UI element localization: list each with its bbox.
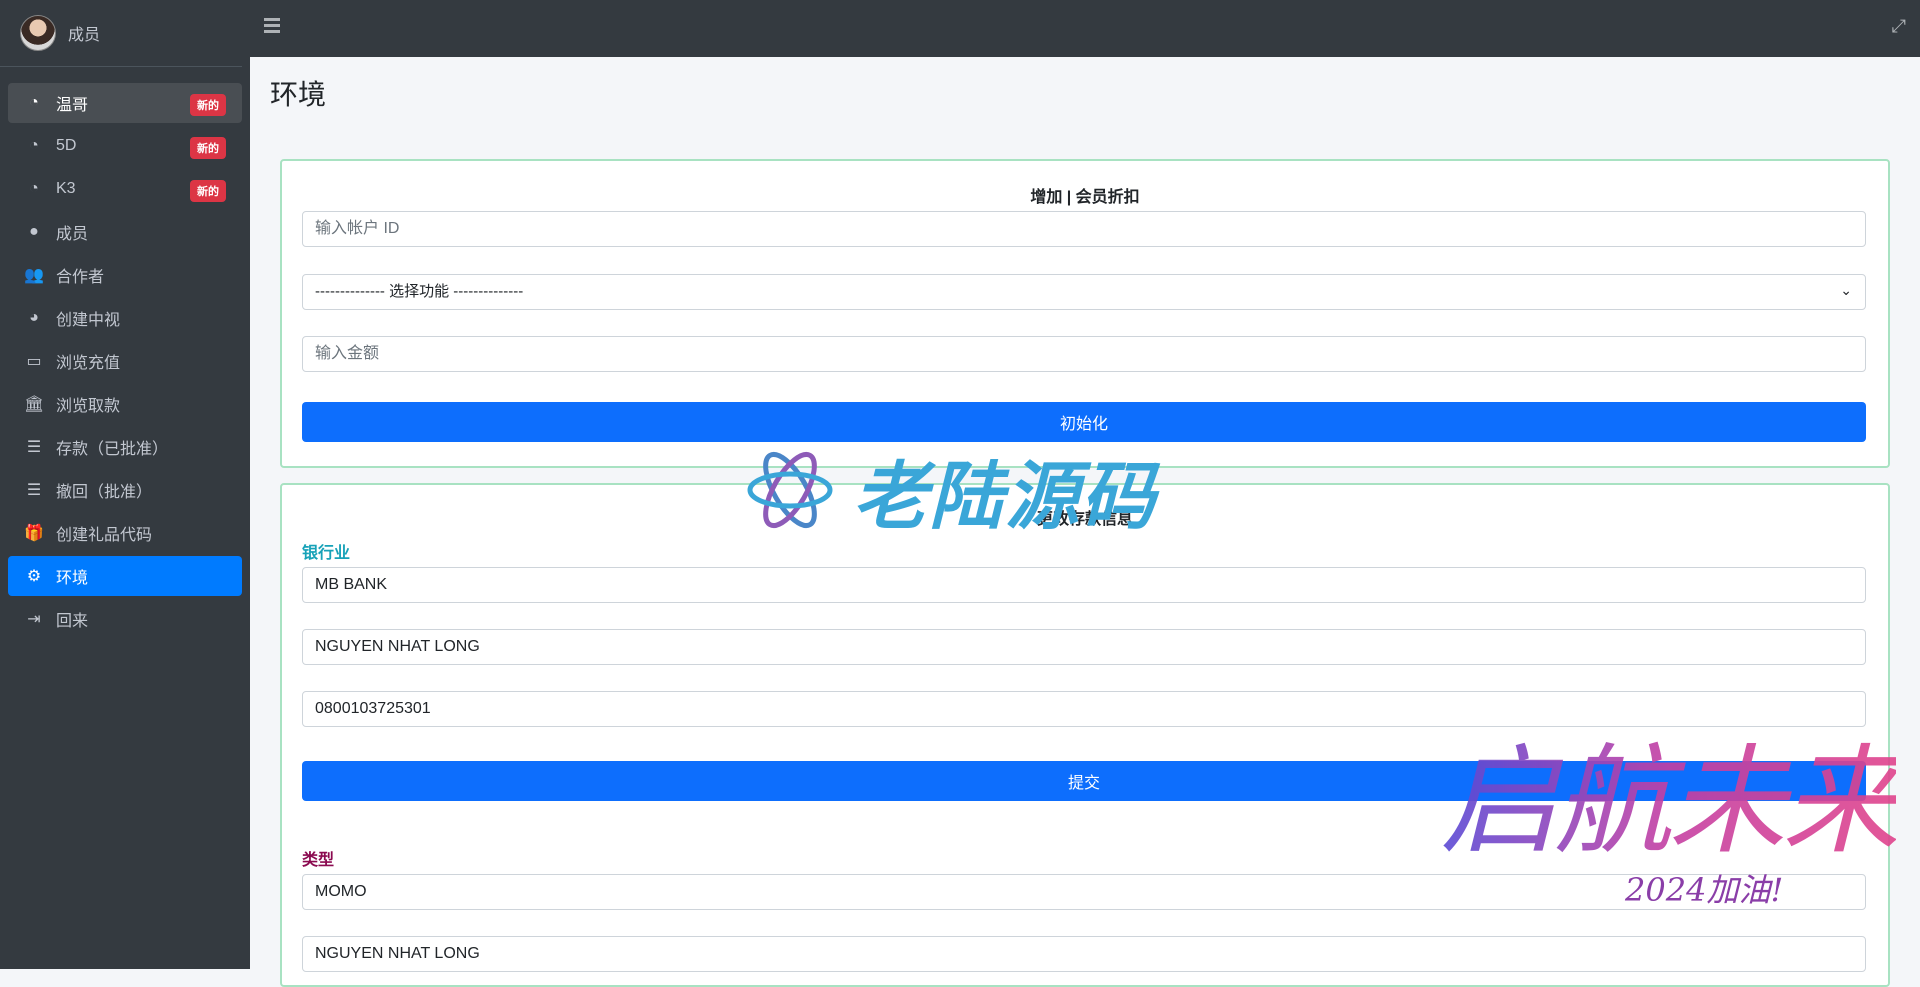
list-icon: ☰	[26, 482, 42, 499]
users-icon: 👥	[24, 267, 44, 284]
sidebar-item-label: 存款（已批准）	[56, 441, 169, 458]
type-section-label: 类型	[302, 852, 335, 869]
slogan-watermark: 启航未来 2024加油!	[1430, 705, 1910, 935]
user-panel[interactable]: 成员	[0, 0, 242, 67]
chevron-down-icon: ⌄	[1840, 282, 1852, 298]
avatar	[20, 15, 56, 51]
new-badge: 新的	[190, 94, 226, 116]
amount-input[interactable]	[302, 336, 1866, 372]
sidebar-nav: ◔ 温哥 新的 ◔ 5D 新的 ◔ K3 新的 ● 成员 👥 合作者 ◕ 创建中视 ▭ 浏览充值 🏛 浏览取款 ☰ 存款…	[0, 83, 250, 639]
discount-card-title: 增加 | 会员折扣	[1030, 189, 1140, 206]
bank-icon: 🏛	[24, 396, 45, 413]
gauge-icon: ◔	[29, 137, 39, 154]
atom-logo-icon	[747, 451, 833, 529]
sidebar-item-label: 回来	[56, 613, 89, 630]
gauge-icon: ◔	[29, 94, 39, 111]
sidebar-item-11[interactable]: 🎁 创建礼品代码	[8, 513, 242, 553]
bank-holder-input[interactable]	[302, 629, 1866, 665]
function-select-value: -------------- 选择功能 --------------	[302, 274, 1866, 310]
user-circle-icon: ●	[29, 223, 39, 240]
sidebar-item-2[interactable]: ◔ 5D 新的	[8, 126, 242, 166]
slogan-watermark-text: 启航未来	[1440, 705, 1900, 876]
sidebar-item-7[interactable]: ▭ 浏览充值	[8, 341, 242, 381]
sidebar-item-label: 浏览取款	[56, 398, 121, 415]
sidebar-item-5[interactable]: 👥 合作者	[8, 255, 242, 295]
discount-card: 增加 | 会员折扣 -------------- 选择功能 ----------…	[280, 159, 1890, 468]
pie-chart-icon: ◕	[29, 309, 39, 326]
sidebar-item-label: 环境	[56, 570, 89, 587]
function-select[interactable]: -------------- 选择功能 -------------- ⌄	[302, 274, 1866, 310]
new-badge: 新的	[190, 137, 226, 159]
brand-watermark: 老陆源码	[745, 440, 1185, 540]
sidebar-item-8[interactable]: 🏛 浏览取款	[8, 384, 242, 424]
sidebar-item-9[interactable]: ☰ 存款（已批准）	[8, 427, 242, 467]
list-icon: ☰	[26, 439, 42, 456]
sidebar-item-label: 创建礼品代码	[56, 527, 153, 544]
sidebar-item-label: 合作者	[56, 269, 105, 286]
gauge-icon: ◔	[29, 180, 39, 197]
sign-out-icon: ⇥	[27, 611, 41, 628]
fullscreen-icon[interactable]: ⤢	[1892, 16, 1906, 37]
sidebar-item-13[interactable]: ⇥ 回来	[8, 599, 242, 639]
sidebar-item-label: K3	[56, 180, 76, 197]
brand-watermark-text: 老陆源码	[853, 454, 1157, 538]
sidebar-item-label: 温哥	[56, 97, 89, 114]
sidebar-item-label: 5D	[56, 137, 77, 154]
gear-icon: ⚙	[26, 568, 42, 585]
menu-toggle-icon[interactable]	[264, 18, 280, 36]
sidebar: 成员 ◔ 温哥 新的 ◔ 5D 新的 ◔ K3 新的 ● 成员 👥 合作者 ◕ 创建中视 ▭ 浏览充值 🏛 浏览取款…	[0, 0, 250, 969]
user-name[interactable]: 成员	[68, 21, 100, 45]
page-title: 环境	[270, 79, 327, 110]
slogan-watermark-sub: 2024加油!	[1625, 871, 1784, 909]
sidebar-item-label: 撤回（批准）	[56, 484, 153, 501]
top-navbar: ⤢	[250, 0, 1920, 57]
new-badge: 新的	[190, 180, 226, 202]
type-holder-input[interactable]	[302, 936, 1866, 972]
sidebar-item-6[interactable]: ◕ 创建中视	[8, 298, 242, 338]
bank-name-input[interactable]	[302, 567, 1866, 603]
sidebar-item-3[interactable]: ◔ K3 新的	[8, 169, 242, 209]
account-id-input[interactable]	[302, 211, 1866, 247]
credit-card-icon: ▭	[26, 353, 42, 370]
sidebar-item-label: 浏览充值	[56, 355, 121, 372]
sidebar-item-1[interactable]: ◔ 温哥 新的	[8, 83, 242, 123]
sidebar-item-label: 创建中视	[56, 312, 121, 329]
sidebar-item-10[interactable]: ☰ 撤回（批准）	[8, 470, 242, 510]
sidebar-item-4[interactable]: ● 成员	[8, 212, 242, 252]
bank-section-label: 银行业	[302, 545, 351, 562]
sidebar-item-label: 成员	[56, 226, 89, 243]
sidebar-item-12[interactable]: ⚙ 环境	[8, 556, 242, 596]
gift-icon: 🎁	[24, 525, 44, 542]
